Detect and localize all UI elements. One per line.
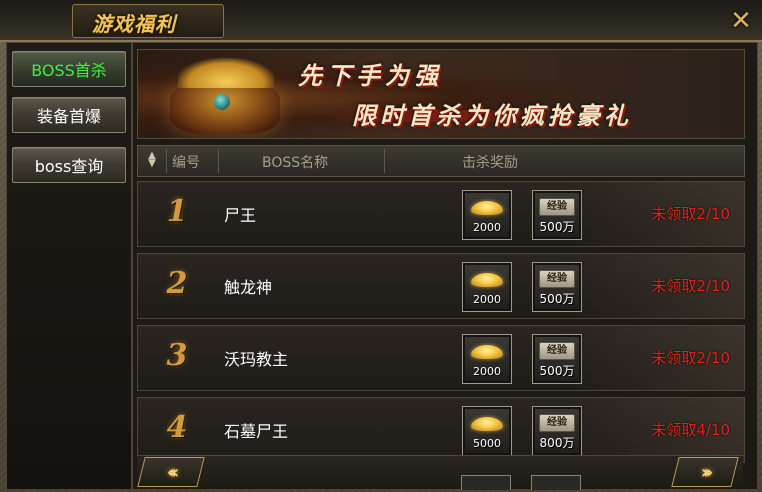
exp-reward-slot[interactable]: 经验 800万	[532, 406, 582, 456]
promo-banner: 先下手为强 限时首杀为你疯抢豪礼	[137, 49, 745, 139]
table-row: 1 尸王 2000 经验 500万 未领取2/10	[137, 181, 745, 247]
sidebar-item-equipment-first-drop[interactable]: 装备首爆	[12, 97, 126, 133]
close-icon[interactable]: ✕	[726, 6, 756, 36]
claim-status: 未领取2/10	[651, 277, 730, 295]
header-kill-reward: 击杀奖励	[462, 155, 518, 171]
gold-ingot-icon	[471, 273, 503, 287]
gold-ingot-icon	[471, 201, 503, 215]
boss-name: 触龙神	[224, 278, 273, 297]
table-header: ▲ ▼ 编号 BOSS名称 击杀奖励	[137, 145, 745, 177]
gold-amount: 2000	[473, 293, 501, 306]
gold-reward-slot[interactable]: 2000	[462, 334, 512, 384]
header-divider	[384, 149, 385, 173]
exp-icon: 经验	[539, 198, 575, 216]
window-title: 游戏福利	[92, 12, 176, 36]
exp-icon: 经验	[539, 270, 575, 288]
next-page-button[interactable]: ›››	[671, 457, 739, 487]
gold-amount: 2000	[473, 221, 501, 234]
exp-reward-slot[interactable]: 经验 500万	[532, 262, 582, 312]
sidebar-item-boss-first-kill[interactable]: BOSS首杀	[12, 51, 126, 87]
gold-reward-slot[interactable]: 5000	[462, 406, 512, 456]
gold-reward-slot-partial	[461, 475, 511, 490]
row-number: 1	[166, 194, 188, 229]
main-panel: 先下手为强 限时首杀为你疯抢豪礼 ▲ ▼ 编号 BOSS名称 击杀奖励 1 尸王 …	[132, 42, 758, 490]
exp-amount: 800万	[539, 436, 575, 450]
sidebar-item-boss-query[interactable]: boss查询	[12, 147, 126, 183]
chevrons-right-icon: ›››	[701, 461, 709, 483]
boss-name: 石墓尸王	[224, 422, 289, 441]
gold-pile-icon	[178, 58, 274, 88]
prev-page-button[interactable]: ‹‹‹	[137, 457, 205, 487]
gold-ingot-icon	[471, 417, 503, 431]
exp-amount: 500万	[539, 364, 575, 378]
exp-reward-slot[interactable]: 经验 500万	[532, 190, 582, 240]
table-row: 2 触龙神 2000 经验 500万 未领取2/10	[137, 253, 745, 319]
claim-status: 未领取4/10	[651, 421, 730, 439]
sort-icon[interactable]: ▲ ▼	[144, 151, 160, 169]
boss-name: 尸王	[224, 206, 257, 225]
gold-amount: 2000	[473, 365, 501, 378]
next-row-partial	[137, 455, 743, 486]
exp-amount: 500万	[539, 220, 575, 234]
gold-reward-slot[interactable]: 2000	[462, 262, 512, 312]
table-row: 3 沃玛教主 2000 经验 500万 未领取2/10	[137, 325, 745, 391]
row-number: 2	[166, 266, 188, 301]
table-row: 4 石墓尸王 5000 经验 800万 未领取4/10	[137, 397, 745, 463]
header-number: 编号	[172, 155, 200, 171]
exp-icon: 经验	[539, 414, 575, 432]
claim-status: 未领取2/10	[651, 349, 730, 367]
header-boss-name: BOSS名称	[262, 155, 329, 171]
banner-subline: 限时首杀为你疯抢豪礼	[352, 102, 632, 130]
header-divider	[166, 149, 167, 173]
chevrons-left-icon: ‹‹‹	[167, 461, 175, 483]
exp-reward-slot[interactable]: 经验 500万	[532, 334, 582, 384]
exp-icon: 经验	[539, 342, 575, 360]
gold-reward-slot[interactable]: 2000	[462, 190, 512, 240]
row-number: 4	[166, 410, 188, 445]
gold-amount: 5000	[473, 437, 501, 450]
claim-status: 未领取2/10	[651, 205, 730, 223]
sidebar: BOSS首杀 装备首爆 boss查询	[6, 42, 132, 490]
title-bar: 游戏福利 ✕	[0, 0, 762, 42]
exp-amount: 500万	[539, 292, 575, 306]
exp-reward-slot-partial	[531, 475, 581, 490]
row-number: 3	[166, 338, 188, 373]
header-divider	[218, 149, 219, 173]
gem-icon	[214, 94, 230, 110]
boss-name: 沃玛教主	[224, 350, 289, 369]
banner-headline: 先下手为强	[298, 62, 443, 90]
gold-ingot-icon	[471, 345, 503, 359]
